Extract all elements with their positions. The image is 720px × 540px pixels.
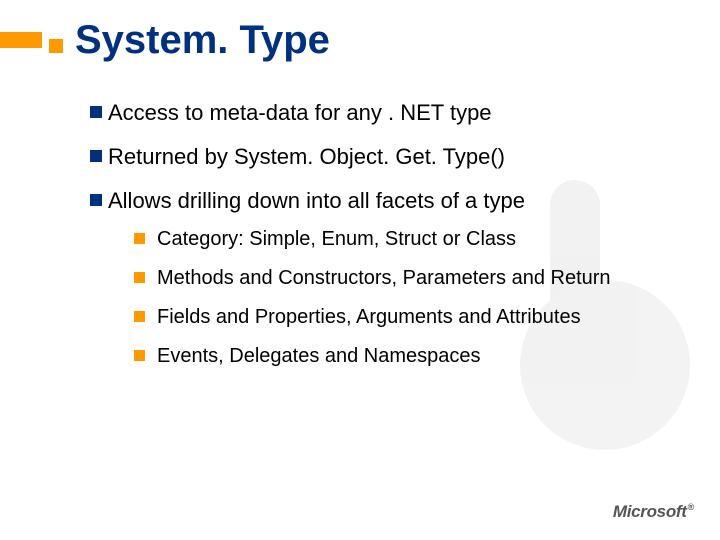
bullet-text: Returned by System. Object. Get. Type() (108, 144, 505, 170)
square-bullet-icon (134, 350, 145, 361)
logo-text: Microsoft (613, 502, 687, 521)
square-bullet-icon (90, 194, 102, 206)
microsoft-logo: Microsoft® (613, 502, 694, 522)
slide-title: System. Type (75, 18, 330, 63)
sub-bullet-item: Events, Delegates and Namespaces (134, 345, 690, 368)
registered-mark: ® (688, 502, 694, 512)
sub-bullet-text: Methods and Constructors, Parameters and… (157, 267, 611, 290)
square-bullet-icon (90, 106, 102, 118)
bullet-text: Access to meta-data for any . NET type (108, 100, 492, 126)
bullet-text: Allows drilling down into all facets of … (108, 188, 525, 214)
bullet-item: Allows drilling down into all facets of … (90, 188, 690, 214)
square-bullet-icon (134, 233, 145, 244)
square-bullet-icon (134, 272, 145, 283)
square-bullet-icon (134, 311, 145, 322)
bullet-item: Returned by System. Object. Get. Type() (90, 144, 690, 170)
sub-bullet-item: Methods and Constructors, Parameters and… (134, 267, 690, 290)
square-bullet-icon (49, 39, 63, 53)
bullet-item: Access to meta-data for any . NET type (90, 100, 690, 126)
square-bullet-icon (90, 150, 102, 162)
sub-bullet-item: Category: Simple, Enum, Struct or Class (134, 228, 690, 251)
sub-bullet-item: Fields and Properties, Arguments and Att… (134, 306, 690, 329)
sub-bullet-text: Fields and Properties, Arguments and Att… (157, 306, 581, 329)
accent-bar (0, 32, 42, 48)
slide-body: Access to meta-data for any . NET type R… (90, 100, 690, 384)
sub-bullet-list: Category: Simple, Enum, Struct or Class … (134, 228, 690, 368)
sub-bullet-text: Category: Simple, Enum, Struct or Class (157, 228, 516, 251)
sub-bullet-text: Events, Delegates and Namespaces (157, 345, 481, 368)
slide-title-row: System. Type (49, 18, 330, 63)
